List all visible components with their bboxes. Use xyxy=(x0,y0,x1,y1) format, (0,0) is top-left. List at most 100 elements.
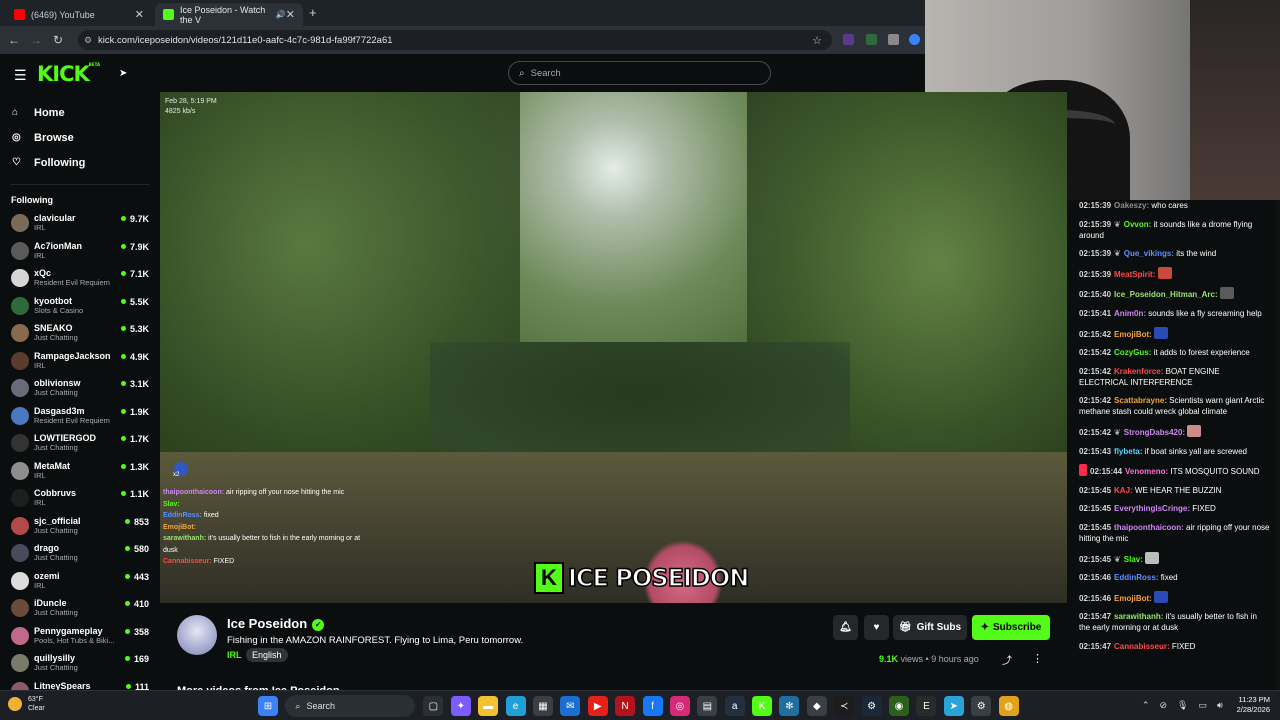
channel-name[interactable]: Ice Poseidon ✓ xyxy=(227,616,325,631)
chat-username[interactable]: Oakeszy: xyxy=(1114,201,1149,210)
chat-username[interactable]: sarawithanh: xyxy=(1114,612,1163,621)
epic-icon[interactable]: E xyxy=(916,696,937,716)
close-tab-icon[interactable]: ✕ xyxy=(286,8,295,21)
chat-username[interactable]: Que_vikings: xyxy=(1124,249,1174,258)
notification-bell-button[interactable]: 🔔︎ xyxy=(833,615,858,640)
chat-username[interactable]: EddinRoss: xyxy=(1114,573,1158,582)
facebook-icon[interactable]: f xyxy=(642,696,663,716)
close-tab-icon[interactable]: ✕ xyxy=(135,8,144,21)
tab-youtube[interactable]: (6469) YouTube ✕ xyxy=(6,3,152,26)
menu-icon[interactable]: ☰ xyxy=(14,67,27,84)
instagram-icon[interactable]: ◎ xyxy=(669,696,690,716)
tab-kick[interactable]: Ice Poseidon - Watch the V 🔊 ✕ xyxy=(155,3,303,26)
chat-username[interactable]: thaipoonthaicoon: xyxy=(1114,523,1184,532)
film-icon[interactable]: ▤ xyxy=(697,696,718,716)
extension-counter-icon[interactable] xyxy=(866,34,877,45)
chat-username[interactable]: EmojiBot: xyxy=(1114,594,1152,603)
taskbar-search[interactable]: ⌕ Search xyxy=(285,695,416,717)
windows-start-icon[interactable]: ⊞ xyxy=(258,696,278,716)
sidebar-item-following[interactable]: ♡ Following xyxy=(0,150,160,175)
snowflake-icon[interactable]: ✻ xyxy=(779,696,800,716)
nvidia-icon[interactable]: ◉ xyxy=(889,696,910,716)
capcut-icon[interactable]: ≺ xyxy=(834,696,855,716)
chat-username[interactable]: Scattabrayne: xyxy=(1114,396,1167,405)
following-item[interactable]: drago Just Chatting 580 xyxy=(0,541,160,569)
gift-subs-button[interactable]: 🎁︎ Gift Subs xyxy=(893,615,967,640)
file-explorer-icon[interactable]: ▬ xyxy=(478,696,499,716)
chat-username[interactable]: StrongDabs420: xyxy=(1124,428,1185,437)
network-icon[interactable]: ▭ xyxy=(1198,700,1207,711)
following-item[interactable]: xQc Resident Evil Requiem 7.1K xyxy=(0,266,160,294)
share-icon[interactable]: ⤴ xyxy=(1002,652,1012,667)
chat-username[interactable]: flybeta: xyxy=(1114,447,1142,456)
volume-icon[interactable]: 🔊︎ xyxy=(1217,700,1223,711)
following-item[interactable]: Ac7ionMan IRL 7.9K xyxy=(0,239,160,267)
chat-username[interactable]: CozyGus: xyxy=(1114,348,1151,357)
wifi-off-icon[interactable]: ⊘ xyxy=(1159,700,1167,711)
chat-username[interactable]: Anim0n: xyxy=(1114,309,1146,318)
following-item[interactable]: Dasgasd3m Resident Evil Requiem 1.9K xyxy=(0,404,160,432)
chat-username[interactable]: KAJ: xyxy=(1114,486,1133,495)
amazon-icon[interactable]: a xyxy=(724,696,745,716)
edge-icon[interactable]: e xyxy=(505,696,526,716)
chat-username[interactable]: Cannabisseur: xyxy=(1114,642,1170,651)
subscribe-button[interactable]: ✦ Subscribe xyxy=(972,615,1050,640)
category-link[interactable]: IRL xyxy=(227,650,242,660)
youtube-icon[interactable]: ▶ xyxy=(587,696,608,716)
following-item[interactable]: kyootbot Slots & Casino 5.5K xyxy=(0,294,160,322)
chevron-up-icon[interactable]: ⌃ xyxy=(1142,700,1150,711)
chat-username[interactable]: MeatSpirit: xyxy=(1114,270,1155,279)
chat-username[interactable]: Ice_Poseidon_Hitman_Arc: xyxy=(1114,290,1218,299)
chat-username[interactable]: Slav: xyxy=(1124,555,1143,564)
chat-username[interactable]: Ovvon: xyxy=(1124,220,1152,229)
back-icon[interactable]: ← xyxy=(3,33,25,47)
following-item[interactable]: iDuncle Just Chatting 410 xyxy=(0,596,160,624)
settings-icon[interactable]: ⚙ xyxy=(971,696,992,716)
following-item[interactable]: clavicular IRL 9.7K xyxy=(0,211,160,239)
following-item[interactable]: quillysilly Just Chatting 169 xyxy=(0,651,160,679)
extension-blue-icon[interactable] xyxy=(909,34,920,45)
url-input[interactable]: ⚙ kick.com/iceposeidon/videos/121d11e0-a… xyxy=(78,30,832,50)
video-player[interactable]: Feb 28, 5:19 PM 4825 kb/s x2 thaipoontha… xyxy=(160,92,1067,603)
chat-username[interactable]: Krakenforce: xyxy=(1114,367,1163,376)
extension-icon[interactable] xyxy=(888,34,899,45)
chat-scrollbar[interactable] xyxy=(1276,200,1280,690)
telegram-icon[interactable]: ➤ xyxy=(943,696,964,716)
sidebar-item-home[interactable]: ⌂ Home xyxy=(0,100,160,125)
following-item[interactable]: Pennygameplay Pools, Hot Tubs & Biki... 35… xyxy=(0,624,160,652)
following-item[interactable]: Cobbruvs IRL 1.1K xyxy=(0,486,160,514)
mic-icon[interactable]: 🎙︎ xyxy=(1177,700,1188,711)
following-item[interactable]: SNEAKO Just Chatting 5.3K xyxy=(0,321,160,349)
reload-icon[interactable]: ↻ xyxy=(47,33,69,47)
follow-heart-button[interactable]: ♥ xyxy=(864,615,889,640)
weather-widget[interactable]: 63°F Clear xyxy=(8,695,45,713)
new-tab-button[interactable]: + xyxy=(309,5,317,20)
outlook-icon[interactable]: ✉ xyxy=(560,696,581,716)
bookmark-star-icon[interactable]: ☆ xyxy=(812,34,822,47)
extension-kick-icon[interactable] xyxy=(843,34,854,45)
kick-app-icon[interactable]: K xyxy=(752,696,773,716)
following-item[interactable]: LOWTIERGOD Just Chatting 1.7K xyxy=(0,431,160,459)
kick-logo[interactable]: KICKBETA xyxy=(37,62,100,86)
chrome-icon[interactable]: ◍ xyxy=(998,696,1019,716)
following-item[interactable]: ozemi IRL 443 xyxy=(0,569,160,597)
copilot-icon[interactable]: ✦ xyxy=(450,696,471,716)
search-input[interactable]: ⌕ Search xyxy=(508,61,771,85)
chat-username[interactable]: Venomeno: xyxy=(1125,467,1168,476)
roblox-icon[interactable]: ◆ xyxy=(806,696,827,716)
following-item[interactable]: MetaMat IRL 1.3K xyxy=(0,459,160,487)
language-tag[interactable]: English xyxy=(246,648,288,662)
chat-username[interactable]: EverythingIsCringe: xyxy=(1114,504,1190,513)
sidebar-item-browse[interactable]: ◎ Browse xyxy=(0,125,160,150)
channel-avatar[interactable] xyxy=(177,615,217,655)
calendar-icon[interactable]: ▦ xyxy=(532,696,553,716)
steam-icon[interactable]: ⚙ xyxy=(861,696,882,716)
following-item[interactable]: oblivionsw Just Chatting 3.1K xyxy=(0,376,160,404)
task-view-icon[interactable]: ▢ xyxy=(423,696,444,716)
netflix-icon[interactable]: N xyxy=(615,696,636,716)
forward-icon[interactable]: → xyxy=(25,33,47,47)
audio-icon[interactable]: 🔊 xyxy=(276,10,286,19)
site-info-icon[interactable]: ⚙ xyxy=(84,35,92,46)
following-item[interactable]: RampageJackson IRL 4.9K xyxy=(0,349,160,377)
more-options-icon[interactable]: ⋮ xyxy=(1032,652,1043,665)
